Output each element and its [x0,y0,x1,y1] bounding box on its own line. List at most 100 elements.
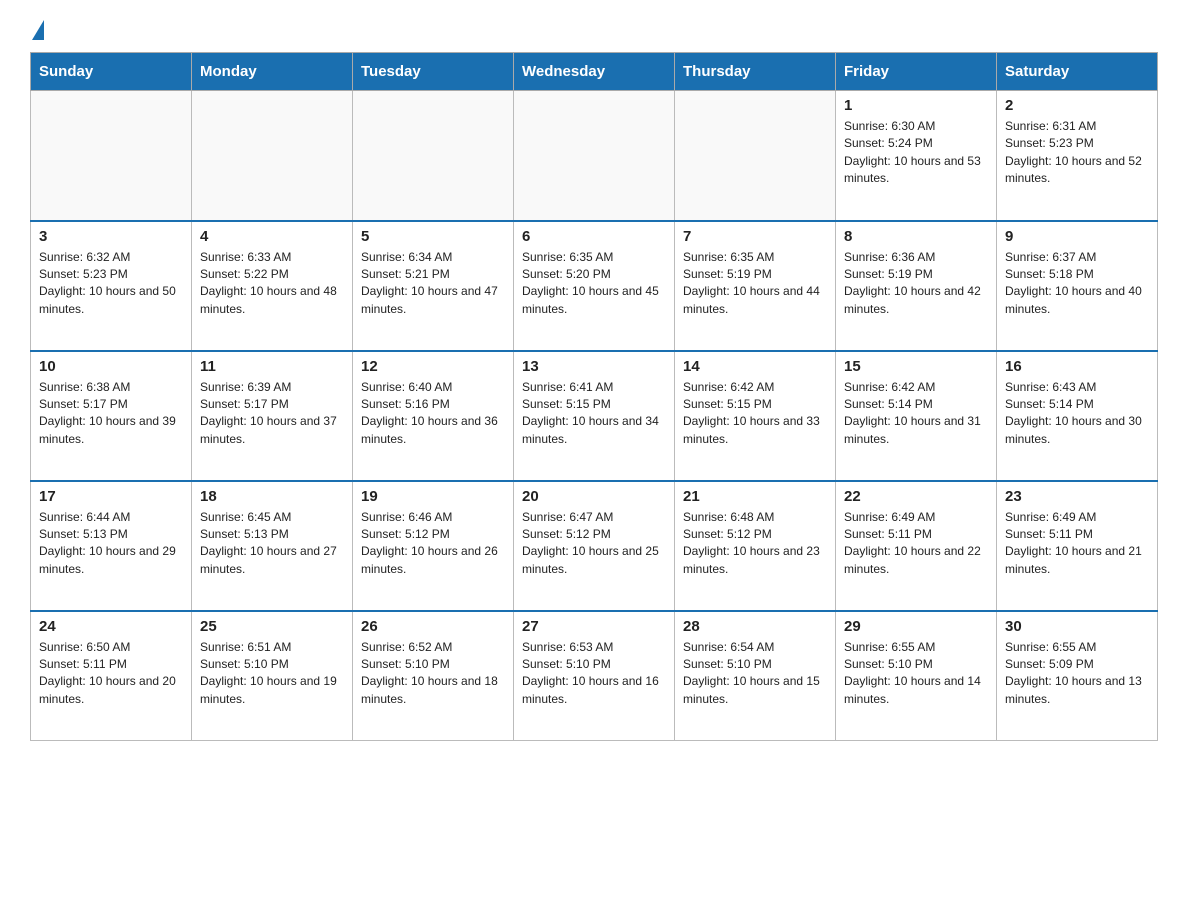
calendar-week-row: 10 Sunrise: 6:38 AM Sunset: 5:17 PM Dayli… [31,351,1158,481]
day-info: Sunrise: 6:49 AM Sunset: 5:11 PM Dayligh… [844,509,988,579]
day-number: 24 [39,618,183,635]
day-number: 15 [844,358,988,375]
calendar-cell: 29 Sunrise: 6:55 AM Sunset: 5:10 PM Dayli… [836,611,997,741]
calendar-week-row: 1Sunrise: 6:30 AM Sunset: 5:24 PM Daylig… [31,91,1158,221]
day-number: 22 [844,488,988,505]
calendar-cell: 22 Sunrise: 6:49 AM Sunset: 5:11 PM Dayli… [836,481,997,611]
day-number: 27 [522,618,666,635]
calendar-week-row: 17 Sunrise: 6:44 AM Sunset: 5:13 PM Dayli… [31,481,1158,611]
page-header [30,20,1158,34]
day-info: Sunrise: 6:36 AM Sunset: 5:19 PM Dayligh… [844,249,988,319]
day-info: Sunrise: 6:41 AM Sunset: 5:15 PM Dayligh… [522,379,666,449]
logo [30,20,44,34]
day-info: Sunrise: 6:47 AM Sunset: 5:12 PM Dayligh… [522,509,666,579]
day-number: 26 [361,618,505,635]
day-info: Sunrise: 6:52 AM Sunset: 5:10 PM Dayligh… [361,639,505,709]
day-number: 12 [361,358,505,375]
day-info: Sunrise: 6:38 AM Sunset: 5:17 PM Dayligh… [39,379,183,449]
calendar-cell: 20 Sunrise: 6:47 AM Sunset: 5:12 PM Dayli… [514,481,675,611]
day-info: Sunrise: 6:34 AM Sunset: 5:21 PM Dayligh… [361,249,505,319]
day-number: 5 [361,228,505,245]
calendar-cell [514,91,675,221]
calendar-cell: 12 Sunrise: 6:40 AM Sunset: 5:16 PM Dayli… [353,351,514,481]
calendar-cell: 8Sunrise: 6:36 AM Sunset: 5:19 PM Daylig… [836,221,997,351]
col-header-wednesday: Wednesday [514,53,675,91]
day-info: Sunrise: 6:35 AM Sunset: 5:20 PM Dayligh… [522,249,666,319]
day-info: Sunrise: 6:51 AM Sunset: 5:10 PM Dayligh… [200,639,344,709]
day-info: Sunrise: 6:45 AM Sunset: 5:13 PM Dayligh… [200,509,344,579]
col-header-tuesday: Tuesday [353,53,514,91]
calendar-cell [353,91,514,221]
calendar-cell [31,91,192,221]
day-number: 21 [683,488,827,505]
calendar-cell [675,91,836,221]
calendar-table: SundayMondayTuesdayWednesdayThursdayFrid… [30,52,1158,741]
day-info: Sunrise: 6:55 AM Sunset: 5:09 PM Dayligh… [1005,639,1149,709]
calendar-cell: 15 Sunrise: 6:42 AM Sunset: 5:14 PM Dayli… [836,351,997,481]
day-number: 30 [1005,618,1149,635]
calendar-cell: 19Sunrise: 6:46 AM Sunset: 5:12 PM Dayli… [353,481,514,611]
day-number: 17 [39,488,183,505]
calendar-cell: 2 Sunrise: 6:31 AM Sunset: 5:23 PM Daylig… [997,91,1158,221]
day-number: 10 [39,358,183,375]
day-number: 18 [200,488,344,505]
day-info: Sunrise: 6:32 AM Sunset: 5:23 PM Dayligh… [39,249,183,319]
day-number: 19 [361,488,505,505]
calendar-cell: 3 Sunrise: 6:32 AM Sunset: 5:23 PM Daylig… [31,221,192,351]
col-header-thursday: Thursday [675,53,836,91]
day-info: Sunrise: 6:42 AM Sunset: 5:14 PM Dayligh… [844,379,988,449]
calendar-cell: 9Sunrise: 6:37 AM Sunset: 5:18 PM Daylig… [997,221,1158,351]
day-info: Sunrise: 6:49 AM Sunset: 5:11 PM Dayligh… [1005,509,1149,579]
calendar-cell: 10 Sunrise: 6:38 AM Sunset: 5:17 PM Dayli… [31,351,192,481]
calendar-cell: 16Sunrise: 6:43 AM Sunset: 5:14 PM Dayli… [997,351,1158,481]
day-number: 4 [200,228,344,245]
calendar-cell: 1Sunrise: 6:30 AM Sunset: 5:24 PM Daylig… [836,91,997,221]
col-header-monday: Monday [192,53,353,91]
calendar-week-row: 24 Sunrise: 6:50 AM Sunset: 5:11 PM Dayli… [31,611,1158,741]
day-info: Sunrise: 6:48 AM Sunset: 5:12 PM Dayligh… [683,509,827,579]
day-info: Sunrise: 6:50 AM Sunset: 5:11 PM Dayligh… [39,639,183,709]
calendar-cell: 25Sunrise: 6:51 AM Sunset: 5:10 PM Dayli… [192,611,353,741]
day-number: 3 [39,228,183,245]
day-number: 29 [844,618,988,635]
calendar-cell: 26 Sunrise: 6:52 AM Sunset: 5:10 PM Dayli… [353,611,514,741]
day-info: Sunrise: 6:54 AM Sunset: 5:10 PM Dayligh… [683,639,827,709]
calendar-cell: 13 Sunrise: 6:41 AM Sunset: 5:15 PM Dayli… [514,351,675,481]
day-info: Sunrise: 6:55 AM Sunset: 5:10 PM Dayligh… [844,639,988,709]
day-number: 6 [522,228,666,245]
calendar-cell: 4 Sunrise: 6:33 AM Sunset: 5:22 PM Daylig… [192,221,353,351]
calendar-week-row: 3 Sunrise: 6:32 AM Sunset: 5:23 PM Daylig… [31,221,1158,351]
logo-top [30,20,44,38]
calendar-cell: 18 Sunrise: 6:45 AM Sunset: 5:13 PM Dayli… [192,481,353,611]
col-header-saturday: Saturday [997,53,1158,91]
day-number: 11 [200,358,344,375]
calendar-cell: 30 Sunrise: 6:55 AM Sunset: 5:09 PM Dayli… [997,611,1158,741]
day-info: Sunrise: 6:53 AM Sunset: 5:10 PM Dayligh… [522,639,666,709]
day-number: 2 [1005,97,1149,114]
day-info: Sunrise: 6:42 AM Sunset: 5:15 PM Dayligh… [683,379,827,449]
day-number: 14 [683,358,827,375]
day-number: 9 [1005,228,1149,245]
calendar-cell: 21 Sunrise: 6:48 AM Sunset: 5:12 PM Dayli… [675,481,836,611]
calendar-header-row: SundayMondayTuesdayWednesdayThursdayFrid… [31,53,1158,91]
calendar-cell: 17 Sunrise: 6:44 AM Sunset: 5:13 PM Dayli… [31,481,192,611]
day-info: Sunrise: 6:33 AM Sunset: 5:22 PM Dayligh… [200,249,344,319]
day-info: Sunrise: 6:40 AM Sunset: 5:16 PM Dayligh… [361,379,505,449]
calendar-cell: 28Sunrise: 6:54 AM Sunset: 5:10 PM Dayli… [675,611,836,741]
day-info: Sunrise: 6:35 AM Sunset: 5:19 PM Dayligh… [683,249,827,319]
calendar-cell: 14 Sunrise: 6:42 AM Sunset: 5:15 PM Dayli… [675,351,836,481]
day-info: Sunrise: 6:30 AM Sunset: 5:24 PM Dayligh… [844,118,988,188]
day-info: Sunrise: 6:31 AM Sunset: 5:23 PM Dayligh… [1005,118,1149,188]
day-info: Sunrise: 6:44 AM Sunset: 5:13 PM Dayligh… [39,509,183,579]
day-number: 20 [522,488,666,505]
calendar-cell: 24 Sunrise: 6:50 AM Sunset: 5:11 PM Dayli… [31,611,192,741]
day-number: 7 [683,228,827,245]
calendar-cell: 27 Sunrise: 6:53 AM Sunset: 5:10 PM Dayli… [514,611,675,741]
calendar-cell: 11 Sunrise: 6:39 AM Sunset: 5:17 PM Dayli… [192,351,353,481]
calendar-cell: 7 Sunrise: 6:35 AM Sunset: 5:19 PM Daylig… [675,221,836,351]
logo-triangle-icon [32,20,44,40]
day-number: 13 [522,358,666,375]
calendar-cell: 23 Sunrise: 6:49 AM Sunset: 5:11 PM Dayli… [997,481,1158,611]
day-number: 23 [1005,488,1149,505]
day-info: Sunrise: 6:39 AM Sunset: 5:17 PM Dayligh… [200,379,344,449]
